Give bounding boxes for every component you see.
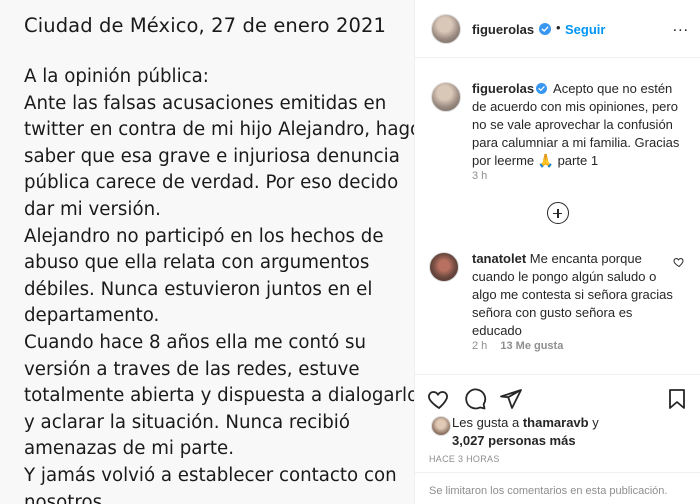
caption-timestamp: 3 h xyxy=(472,170,488,182)
more-icon[interactable]: ... xyxy=(673,18,689,36)
verified-icon xyxy=(536,83,548,94)
letter-line: Alejandro no participó en los hechos de xyxy=(24,225,384,247)
comments-footer: Se limitaron los comentarios en esta pub… xyxy=(415,472,700,504)
letter-line: y aclarar la situación. Nunca recibió xyxy=(24,411,350,433)
letter-line: departamento. xyxy=(24,305,160,327)
post-header: figuerolas • Seguir ... xyxy=(415,0,700,58)
share-icon[interactable] xyxy=(499,387,523,411)
letter-line: dar mi versión. xyxy=(24,198,161,220)
letter-line: versión a traves de las redes, estuve xyxy=(24,358,360,380)
avatar[interactable] xyxy=(429,252,459,282)
likes-prefix: Les gusta a xyxy=(452,415,520,430)
letter-line: Ante las falsas acusaciones emitidas en xyxy=(24,92,387,114)
likes-connector: y xyxy=(592,415,599,430)
bookmark-icon[interactable] xyxy=(665,387,689,411)
letter-line: Cuando hace 8 años ella me contó su xyxy=(24,331,367,353)
letter-line: débiles. Nunca estuvieron juntos en el xyxy=(24,278,373,300)
heart-icon[interactable] xyxy=(673,256,685,268)
liker-username[interactable]: thamaravb xyxy=(523,415,589,430)
letter-line: nosotros. xyxy=(24,491,108,504)
verified-icon xyxy=(539,23,551,35)
comment-timestamp: 2 h xyxy=(472,340,488,352)
post-timestamp: Hace 3 horas xyxy=(429,454,500,464)
letter-body: A la opinión pública: Ante las falsas ac… xyxy=(24,64,414,504)
likes-count[interactable]: 3,027 personas más xyxy=(452,433,576,448)
avatar[interactable] xyxy=(431,416,451,436)
letter-line: twitter en contra de mi hijo Alejandro, … xyxy=(24,119,414,141)
letter-line: abuso que ella relata con argumentos xyxy=(24,252,370,274)
avatar[interactable] xyxy=(431,14,461,44)
comment-likes[interactable]: 13 Me gusta xyxy=(500,340,563,352)
post-image[interactable]: Ciudad de México, 27 de enero 2021 A la … xyxy=(0,0,414,504)
letter-line: A la opinión pública: xyxy=(24,66,209,87)
author-username[interactable]: figuerolas xyxy=(472,22,534,37)
caption-text: figuerolas Acepto que no estén de acuerd… xyxy=(472,80,690,170)
comments-limited-notice: Se limitaron los comentarios en esta pub… xyxy=(429,485,668,497)
caption-part: parte 1 xyxy=(557,153,599,168)
comment-username[interactable]: tanatolet xyxy=(472,251,526,266)
post-sidebar: figuerolas • Seguir ... figuerolas Acept… xyxy=(414,0,700,504)
instagram-post: Ciudad de México, 27 de enero 2021 A la … xyxy=(0,0,700,504)
letter-line: Y jamás volvió a establecer contacto con xyxy=(24,464,397,486)
letter-line: totalmente abierta y dispuesta a dialoga… xyxy=(24,385,414,407)
follow-button[interactable]: Seguir xyxy=(565,22,605,37)
pray-emoji-icon: 🙏 xyxy=(537,153,554,168)
comment-text: tanatolet Me encanta porque cuando le po… xyxy=(472,250,677,340)
letter-date: Ciudad de México, 27 de enero 2021 xyxy=(24,14,387,37)
separator-dot: • xyxy=(556,20,561,35)
avatar[interactable] xyxy=(431,82,461,112)
caption-username[interactable]: figuerolas xyxy=(472,81,534,96)
load-more-comments-icon[interactable] xyxy=(547,202,569,224)
letter-line: saber que esa grave e injuriosa denuncia xyxy=(24,145,400,167)
comment-icon[interactable] xyxy=(463,387,487,411)
heart-icon[interactable] xyxy=(427,387,451,411)
letter-line: pública carece de verdad. Por eso decido xyxy=(24,172,399,194)
letter-line: amenazas de mi parte. xyxy=(24,438,235,460)
likes-text: Les gusta a thamaravb y 3,027 personas m… xyxy=(452,414,692,450)
comment-meta: 2 h 13 Me gusta xyxy=(472,340,563,352)
